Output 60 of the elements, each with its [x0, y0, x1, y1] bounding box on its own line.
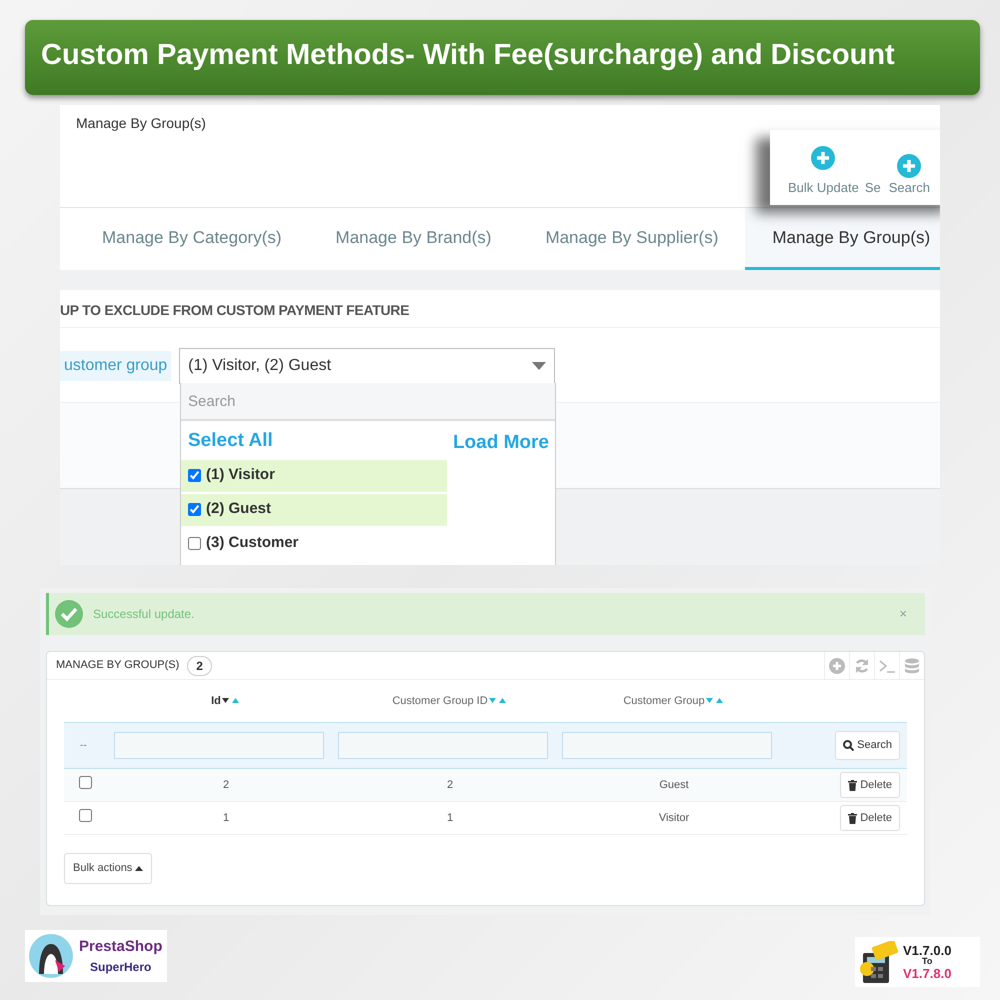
option-item[interactable]: (2) Guest	[181, 494, 447, 526]
search-button[interactable]: Search	[835, 731, 900, 760]
toolbar-button[interactable]: Search	[888, 154, 930, 197]
search-icon	[843, 740, 854, 751]
trash-icon	[848, 812, 858, 824]
database-icon[interactable]	[904, 658, 920, 674]
breadcrumb-text: Manage By Group(s)	[76, 115, 206, 131]
brand-name: PrestaShop	[79, 936, 162, 957]
column-header[interactable]: Id	[114, 692, 338, 710]
table-cell-text: 1	[446, 810, 454, 826]
toolbar-label: Se	[864, 178, 881, 196]
filter-field[interactable]	[338, 732, 548, 759]
table-cell-text: 2	[446, 778, 454, 793]
bulk-actions-button[interactable]: Bulk actions	[64, 853, 152, 884]
checkbox[interactable]	[188, 537, 201, 550]
tab[interactable]: Manage By Group(s)	[745, 208, 940, 270]
tab[interactable]: Manage By Category(s)	[75, 208, 309, 270]
field-label: ustomer group	[60, 351, 172, 381]
table-cell-text: 2	[222, 778, 230, 793]
delete-button[interactable]: Delete	[840, 804, 900, 832]
alert-message: Successful update.	[93, 606, 194, 623]
add-icon	[897, 154, 922, 178]
version-from: V1.7.0.0	[903, 944, 952, 958]
search-field[interactable]: Search	[181, 383, 555, 421]
checkbox[interactable]	[188, 469, 201, 482]
trash-icon	[848, 780, 858, 790]
table-cell-text: Guest	[658, 778, 690, 793]
table-cell-text: Visitor	[658, 810, 690, 826]
section-title: UP TO EXCLUDE FROM CUSTOM PAYMENT FEATURE	[60, 302, 410, 318]
version-to: V1.7.8.0	[903, 966, 952, 980]
penguin-icon	[29, 934, 73, 978]
tab[interactable]: Manage By Brand(s)	[308, 208, 518, 270]
filter-marker: --	[79, 739, 88, 753]
delete-button[interactable]: Delete	[840, 772, 900, 798]
calculator-icon	[859, 941, 899, 983]
filter-field[interactable]	[562, 732, 772, 759]
sort-icon[interactable]	[220, 696, 241, 705]
checkbox[interactable]	[188, 503, 201, 516]
refresh-icon[interactable]	[854, 658, 870, 674]
table-cell-text: 1	[222, 810, 230, 826]
check-icon	[55, 600, 83, 628]
brand-tagline: SuperHero	[90, 959, 152, 976]
caret-icon	[532, 362, 546, 370]
column-header[interactable]: Customer Group ID	[338, 692, 562, 710]
caret-icon	[135, 866, 144, 871]
tab[interactable]: Manage By Supplier(s)	[518, 208, 746, 270]
panel-title: MANAGE BY GROUP(S)	[56, 658, 180, 674]
toolbar-button[interactable]: Bulk Update	[788, 146, 859, 197]
count-badge: 2	[187, 656, 212, 676]
version-to-label: To	[922, 957, 932, 967]
terminal-icon[interactable]	[879, 658, 895, 674]
column-header[interactable]: Customer Group	[562, 692, 786, 710]
option-item[interactable]: (3) Customer	[181, 528, 447, 560]
add-icon	[811, 146, 836, 170]
add-icon[interactable]	[829, 658, 845, 674]
row-checkbox[interactable]	[79, 776, 92, 789]
filter-field[interactable]	[114, 732, 324, 759]
banner-title: Custom Payment Methods- With Fee(surcharge) and Discount	[25, 20, 980, 95]
row-checkbox[interactable]	[79, 808, 92, 822]
option-item[interactable]: (1) Visitor	[181, 460, 447, 492]
